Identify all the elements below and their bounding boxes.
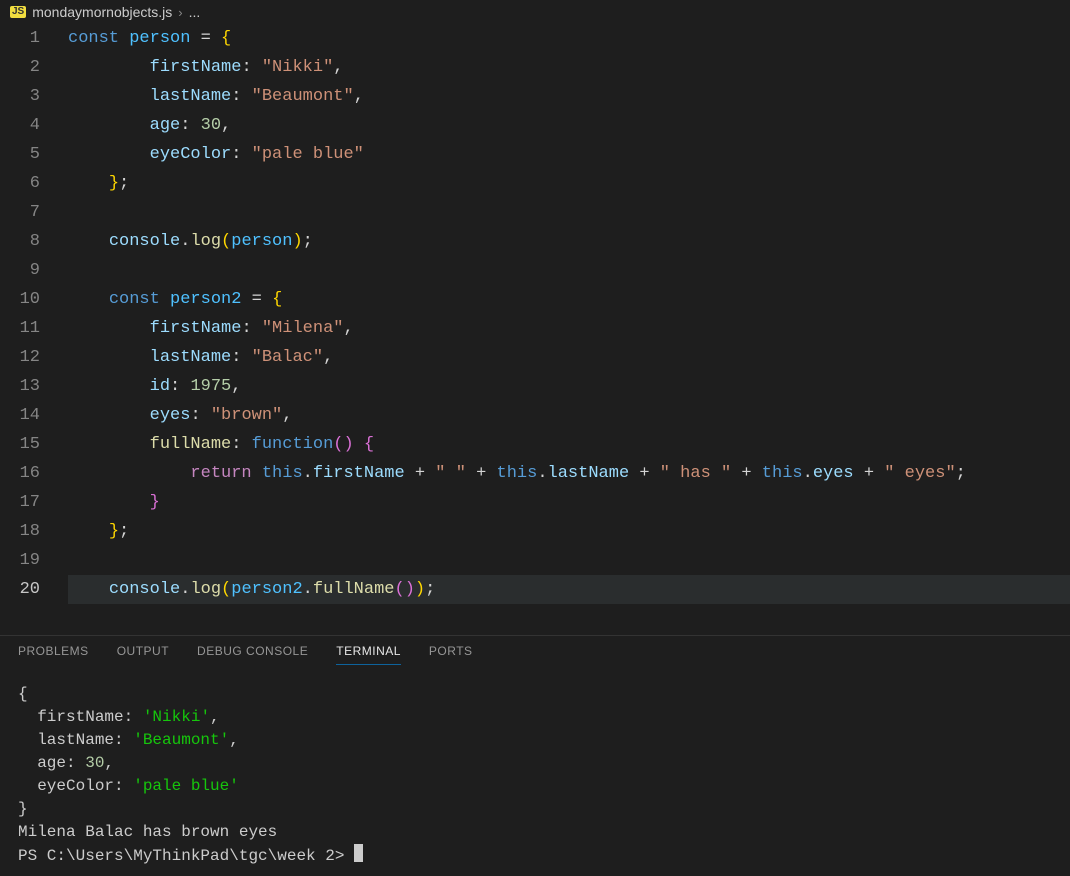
code-line[interactable]: lastName: "Balac", [68, 343, 1070, 372]
panel-tabs: PROBLEMS OUTPUT DEBUG CONSOLE TERMINAL PORTS [0, 636, 1070, 673]
line-number: 5 [0, 140, 40, 169]
line-number: 6 [0, 169, 40, 198]
line-number: 3 [0, 82, 40, 111]
line-number: 10 [0, 285, 40, 314]
terminal-cursor [354, 844, 363, 862]
breadcrumb-file[interactable]: mondaymornobjects.js [32, 4, 172, 20]
line-number: 20 [0, 575, 40, 604]
line-number: 14 [0, 401, 40, 430]
breadcrumb-trail[interactable]: ... [189, 4, 201, 20]
code-line[interactable]: id: 1975, [68, 372, 1070, 401]
code-line[interactable]: const person = { [68, 24, 1070, 53]
code-line[interactable]: const person2 = { [68, 285, 1070, 314]
panel-tab-output[interactable]: OUTPUT [117, 644, 169, 665]
line-number: 15 [0, 430, 40, 459]
line-number: 2 [0, 53, 40, 82]
line-number: 19 [0, 546, 40, 575]
code-line[interactable]: eyeColor: "pale blue" [68, 140, 1070, 169]
code-line[interactable]: firstName: "Milena", [68, 314, 1070, 343]
code-line[interactable]: fullName: function() { [68, 430, 1070, 459]
code-line[interactable]: lastName: "Beaumont", [68, 82, 1070, 111]
panel-tab-problems[interactable]: PROBLEMS [18, 644, 89, 665]
panel-tab-debug-console[interactable]: DEBUG CONSOLE [197, 644, 308, 665]
line-number: 16 [0, 459, 40, 488]
line-number: 18 [0, 517, 40, 546]
code-line[interactable]: console.log(person); [68, 227, 1070, 256]
code-area[interactable]: const person = { firstName: "Nikki", las… [58, 24, 1070, 635]
terminal-output[interactable]: { firstName: 'Nikki', lastName: 'Beaumon… [0, 673, 1070, 876]
js-file-icon: JS [10, 6, 26, 18]
line-number: 11 [0, 314, 40, 343]
code-line[interactable]: } [68, 488, 1070, 517]
code-line[interactable]: }; [68, 517, 1070, 546]
line-number: 1 [0, 24, 40, 53]
line-number: 13 [0, 372, 40, 401]
line-number: 7 [0, 198, 40, 227]
code-line[interactable]: firstName: "Nikki", [68, 53, 1070, 82]
code-line[interactable]: console.log(person2.fullName()); [68, 575, 1070, 604]
breadcrumb: JS mondaymornobjects.js › ... [0, 0, 1070, 24]
code-line[interactable]: age: 30, [68, 111, 1070, 140]
code-line[interactable] [68, 256, 1070, 285]
line-number: 9 [0, 256, 40, 285]
editor[interactable]: 1234567891011121314151617181920 const pe… [0, 24, 1070, 635]
panel-tab-terminal[interactable]: TERMINAL [336, 644, 401, 665]
code-line[interactable] [68, 546, 1070, 575]
code-line[interactable]: return this.firstName + " " + this.lastN… [68, 459, 1070, 488]
line-number: 17 [0, 488, 40, 517]
line-number: 12 [0, 343, 40, 372]
panel-tab-ports[interactable]: PORTS [429, 644, 473, 665]
line-number-gutter: 1234567891011121314151617181920 [0, 24, 58, 635]
code-line[interactable] [68, 198, 1070, 227]
chevron-right-icon: › [178, 5, 182, 20]
code-line[interactable]: }; [68, 169, 1070, 198]
line-number: 8 [0, 227, 40, 256]
line-number: 4 [0, 111, 40, 140]
bottom-panel: PROBLEMS OUTPUT DEBUG CONSOLE TERMINAL PORTS… [0, 635, 1070, 876]
terminal-prompt: PS C:\Users\MyThinkPad\tgc\week 2> [18, 847, 354, 865]
code-line[interactable]: eyes: "brown", [68, 401, 1070, 430]
